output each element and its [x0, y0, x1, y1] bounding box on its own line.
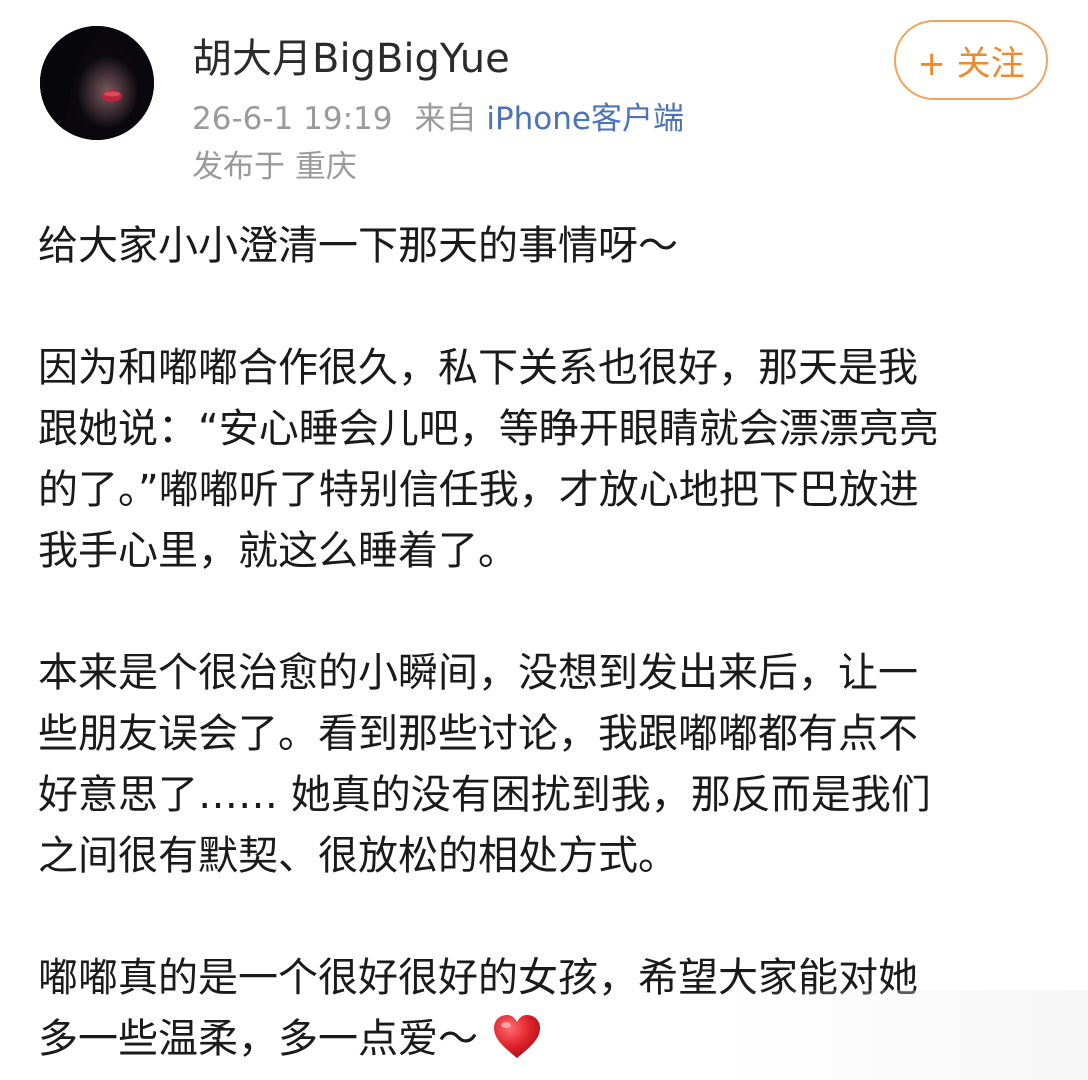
- text-line: 给大家小小澄清一下那天的事情呀～: [38, 223, 678, 269]
- paragraph: 因为和嘟嘟合作很久，私下关系也很好，那天是我 跟她说：“安心睡会儿吧，等睁开眼睛…: [38, 338, 1048, 582]
- source-prefix: 来自: [414, 101, 477, 137]
- text-line: 多一些温柔，多一点爱～: [38, 1016, 478, 1062]
- text-line: 些朋友误会了。看到那些讨论，我跟嘟嘟都有点不: [38, 711, 918, 757]
- text-line: 本来是个很治愈的小瞬间，没想到发出来后，让一: [38, 650, 918, 696]
- paragraph: 本来是个很治愈的小瞬间，没想到发出来后，让一 些朋友误会了。看到那些讨论，我跟嘟…: [38, 643, 1048, 887]
- avatar[interactable]: [40, 26, 154, 140]
- post-body: 给大家小小澄清一下那天的事情呀～ 因为和嘟嘟合作很久，私下关系也很好，那天是我 …: [38, 216, 1048, 1070]
- text-line: 跟她说：“安心睡会儿吧，等睁开眼睛就会漂漂亮亮: [38, 406, 939, 452]
- follow-button[interactable]: + 关注: [894, 20, 1048, 100]
- post-location: 发布于 重庆: [192, 149, 357, 185]
- paragraph: 给大家小小澄清一下那天的事情呀～: [38, 216, 1048, 277]
- text-line: 好意思了…… 她真的没有困扰到我，那反而是我们: [38, 772, 931, 818]
- text-line: 因为和嘟嘟合作很久，私下关系也很好，那天是我: [38, 345, 918, 391]
- source-client-link[interactable]: iPhone客户端: [486, 101, 684, 137]
- avatar-image: [40, 26, 154, 140]
- text-line: 我手心里，就这么睡着了。: [38, 528, 518, 574]
- text-line-with-heart: 多一些温柔，多一点爱～: [38, 1009, 1048, 1070]
- text-line: 之间很有默契、很放松的相处方式。: [38, 833, 678, 879]
- paragraph: 嘟嘟真的是一个很好很好的女孩，希望大家能对她 多一些温柔，多一点爱～: [38, 948, 1048, 1070]
- username[interactable]: 胡大月BigBigYue: [192, 32, 510, 86]
- heart-icon: [492, 1014, 542, 1060]
- post-meta: 26-6-1 19:19 来自 iPhone客户端: [192, 98, 684, 140]
- text-line: 嘟嘟真的是一个很好很好的女孩，希望大家能对她: [38, 955, 918, 1001]
- timestamp: 26-6-1 19:19: [192, 101, 393, 137]
- text-line: 的了。”嘟嘟听了特别信任我，才放心地把下巴放进: [38, 467, 919, 513]
